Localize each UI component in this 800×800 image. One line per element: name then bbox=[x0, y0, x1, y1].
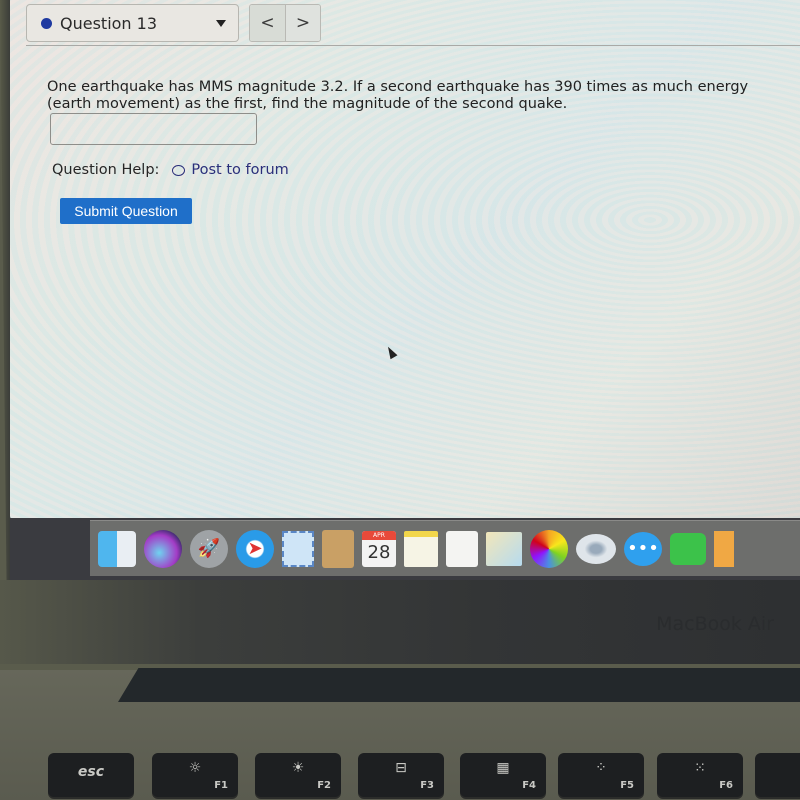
previous-question-button[interactable]: < bbox=[250, 5, 285, 41]
f7-key[interactable] bbox=[755, 753, 800, 797]
f1-label: F1 bbox=[214, 780, 228, 791]
rocket-icon[interactable]: 🚀 bbox=[190, 529, 228, 568]
keyboard-light-up-icon: ⁙ bbox=[694, 760, 706, 776]
brightness-down-icon: ☼ bbox=[188, 760, 202, 776]
chat-icon[interactable]: ••• bbox=[624, 531, 662, 566]
question-selector[interactable]: Question 13 bbox=[26, 4, 239, 42]
compass-icon[interactable]: ➤ bbox=[236, 529, 274, 568]
f6-label: F6 bbox=[719, 780, 733, 791]
f3-key[interactable]: ⊟ F3 bbox=[358, 753, 444, 797]
map-icon[interactable] bbox=[486, 531, 522, 566]
stamp-icon[interactable] bbox=[282, 530, 314, 567]
question-help: Question Help: Post to forum bbox=[52, 162, 289, 178]
esc-label: esc bbox=[77, 764, 105, 780]
esc-key[interactable]: esc bbox=[48, 753, 134, 797]
dock: 🚀 ➤ APR 28 ••• bbox=[90, 520, 800, 576]
mouse-pointer-icon bbox=[384, 344, 398, 360]
hinge bbox=[118, 668, 800, 702]
question-text: One earthquake has MMS magnitude 3.2. If… bbox=[47, 79, 749, 112]
f6-key[interactable]: ⁙ F6 bbox=[657, 753, 743, 797]
list-icon[interactable] bbox=[446, 530, 478, 567]
question-selector-label: Question 13 bbox=[60, 13, 158, 33]
calendar-day: 28 bbox=[367, 541, 391, 563]
screen-moire bbox=[10, 0, 800, 520]
speech-bubble-icon bbox=[172, 164, 186, 176]
caret-down-icon bbox=[216, 20, 226, 27]
calendar-icon[interactable]: APR 28 bbox=[362, 530, 396, 567]
f1-key[interactable]: ☼ F1 bbox=[152, 753, 238, 797]
f5-key[interactable]: ⁘ F5 bbox=[558, 753, 644, 797]
f4-key[interactable]: ▦ F4 bbox=[460, 753, 546, 797]
siri-icon[interactable] bbox=[144, 529, 182, 568]
finder-icon[interactable] bbox=[98, 530, 136, 567]
keyboard-light-down-icon: ⁘ bbox=[595, 760, 607, 776]
next-question-button[interactable]: > bbox=[285, 5, 320, 41]
post-to-forum-link[interactable]: Post to forum bbox=[172, 162, 289, 178]
f3-label: F3 bbox=[420, 780, 434, 791]
f2-key[interactable]: ☀ F2 bbox=[255, 753, 341, 797]
photos-icon[interactable] bbox=[530, 529, 568, 568]
post-to-forum-label: Post to forum bbox=[191, 162, 289, 178]
brightness-up-icon: ☀ bbox=[291, 760, 305, 776]
preview-icon[interactable] bbox=[714, 530, 734, 567]
brand-label: MacBook Air bbox=[656, 613, 774, 635]
video-call-icon[interactable] bbox=[670, 532, 706, 565]
submit-question-button[interactable]: Submit Question bbox=[60, 198, 192, 224]
answer-input[interactable] bbox=[50, 113, 257, 145]
launchpad-grid-icon: ▦ bbox=[496, 760, 510, 776]
calendar-month: APR bbox=[362, 530, 396, 540]
question-pager: < > bbox=[249, 4, 321, 42]
f5-label: F5 bbox=[620, 780, 634, 791]
contacts-icon[interactable] bbox=[322, 529, 354, 568]
mission-control-icon: ⊟ bbox=[395, 760, 407, 776]
f2-label: F2 bbox=[317, 780, 331, 791]
browser-screen: Question 13 < > One earthquake has MMS m… bbox=[10, 0, 800, 520]
disc-icon[interactable] bbox=[576, 533, 616, 564]
f4-label: F4 bbox=[522, 780, 536, 791]
status-dot-icon bbox=[41, 17, 52, 29]
notes-icon[interactable] bbox=[404, 530, 438, 567]
question-help-label: Question Help: bbox=[52, 162, 160, 178]
